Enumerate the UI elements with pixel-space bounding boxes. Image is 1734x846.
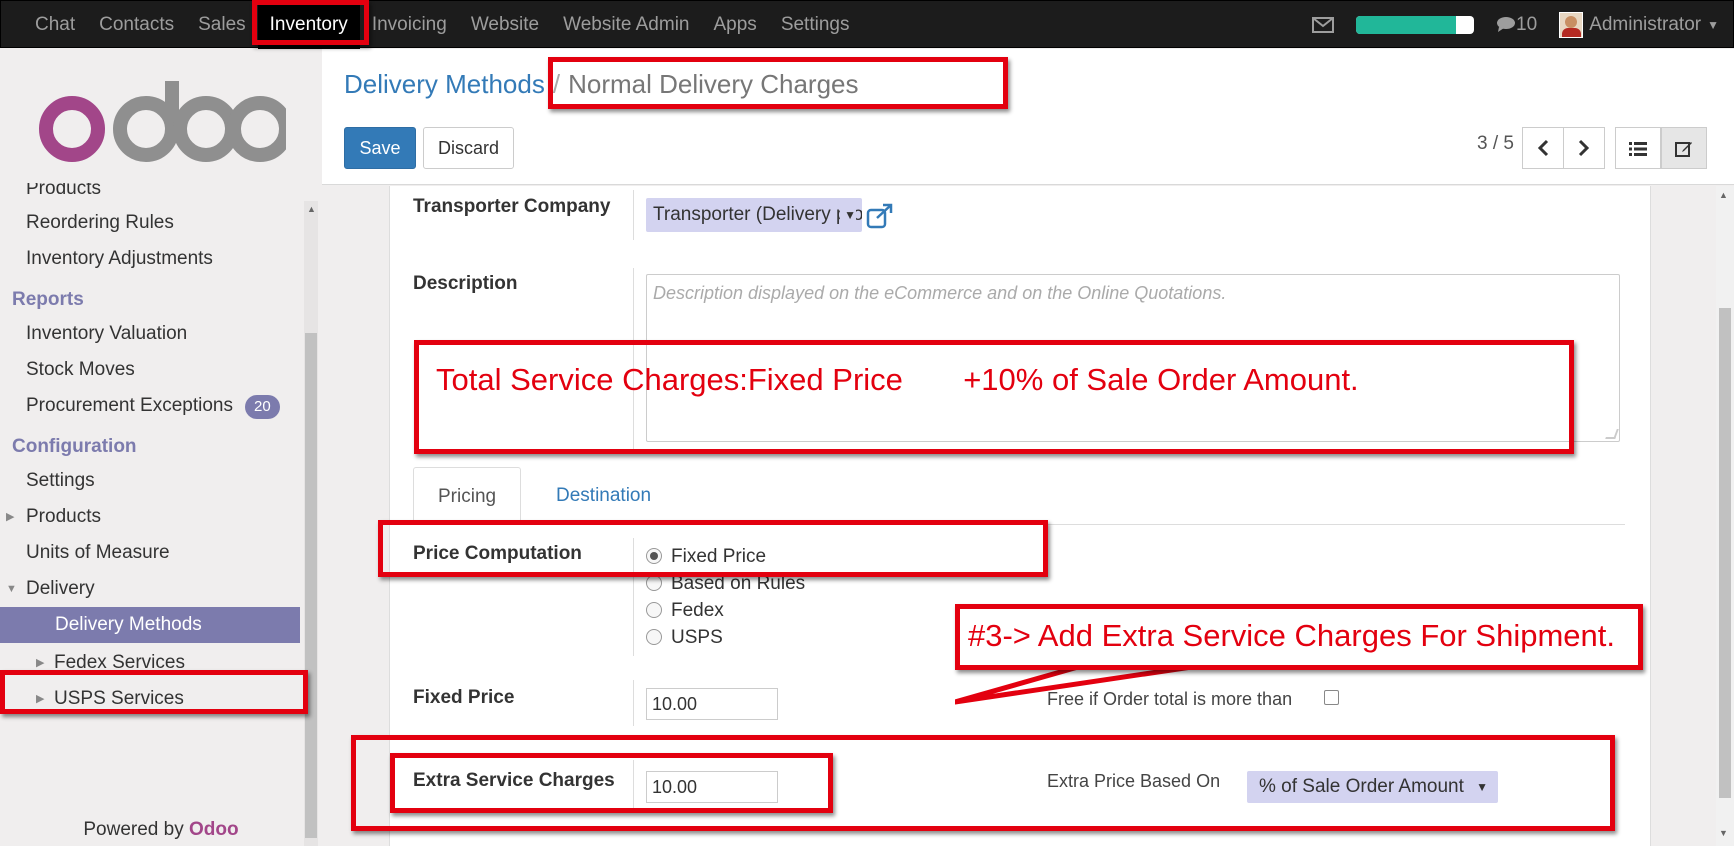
sidebar-scrollbar[interactable]: ▲ ▼ — [304, 201, 318, 846]
progress-bar — [1356, 16, 1475, 34]
edit-icon — [1675, 142, 1692, 157]
user-menu[interactable]: Administrator ▼ — [1559, 12, 1719, 38]
envelope-icon[interactable] — [1312, 17, 1335, 33]
progress-fill — [1356, 16, 1457, 34]
count-badge: 20 — [245, 395, 280, 419]
transporter-value: Transporter (Delivery product) — [653, 204, 862, 225]
radio-icon — [646, 602, 662, 618]
sidebar-item-procurement-exceptions[interactable]: Procurement Exceptions 20 — [0, 386, 300, 426]
tab-pricing[interactable]: Pricing — [413, 467, 522, 525]
annotation-box-delivery-methods — [0, 670, 308, 714]
main-scrollbar[interactable]: ▲ ▼ — [1716, 186, 1734, 846]
tab-destination[interactable]: Destination — [532, 467, 675, 525]
pager-value: 3 / 5 — [1477, 133, 1514, 154]
previous-button[interactable] — [1522, 127, 1564, 169]
description-label: Description — [413, 273, 518, 294]
chevron-right-icon — [1578, 139, 1590, 157]
field-divider — [633, 680, 634, 726]
main-scroll-thumb[interactable] — [1719, 308, 1731, 798]
free-if-checkbox[interactable] — [1324, 690, 1339, 705]
annotation-box-breadcrumb — [548, 57, 1008, 109]
systray: 10 Administrator ▼ — [1312, 1, 1719, 49]
breadcrumb-parent[interactable]: Delivery Methods — [344, 69, 545, 99]
save-button[interactable]: Save — [344, 127, 416, 169]
menu-chat[interactable]: Chat — [23, 1, 87, 49]
menu-settings[interactable]: Settings — [769, 1, 862, 49]
discard-button[interactable]: Discard — [423, 127, 514, 169]
sidebar: Products Reordering Rules Inventory Adju… — [0, 49, 322, 846]
control-panel: Delivery Methods / Normal Delivery Charges… — [322, 49, 1734, 185]
menu-sales[interactable]: Sales — [186, 1, 258, 49]
sidebar-item-products[interactable]: ▶ Products — [0, 497, 300, 537]
sidebar-label-products: Products — [26, 506, 101, 527]
radio-icon — [646, 629, 662, 645]
sidebar-scroll-thumb[interactable] — [305, 333, 317, 838]
menu-website[interactable]: Website — [459, 1, 551, 49]
external-link-icon[interactable] — [866, 203, 894, 229]
notebook-tabs: Pricing Destination — [413, 467, 1625, 525]
user-name: Administrator — [1589, 14, 1702, 35]
scroll-up-icon[interactable]: ▲ — [1719, 190, 1728, 200]
messages-counter[interactable]: 10 — [1496, 14, 1537, 36]
transporter-label: Transporter Company — [413, 196, 611, 217]
list-view-button[interactable] — [1615, 127, 1661, 169]
sidebar-item-units-of-measure[interactable]: Units of Measure — [0, 533, 300, 573]
sidebar-item-settings[interactable]: Settings — [0, 461, 300, 501]
sidebar-item-reordering-rules[interactable]: Reordering Rules — [0, 203, 300, 243]
main-menu: Chat Contacts Sales Inventory Invoicing … — [23, 1, 861, 49]
annotation-callout-text: #3-> Add Extra Service Charges For Shipm… — [968, 618, 1616, 653]
caret-down-icon: ▼ — [1707, 18, 1719, 32]
avatar — [1559, 12, 1584, 38]
odoo-logo — [39, 81, 286, 162]
list-icon — [1629, 142, 1647, 156]
procurement-label: Procurement Exceptions — [26, 395, 233, 416]
menu-apps[interactable]: Apps — [702, 1, 769, 49]
chevron-left-icon — [1537, 139, 1549, 157]
fixed-price-label: Fixed Price — [413, 687, 515, 708]
transporter-field[interactable]: Transporter (Delivery product) ▼ — [646, 198, 862, 232]
powered-by: Powered by Odoo — [0, 819, 322, 841]
scroll-down-icon[interactable]: ▼ — [1719, 828, 1728, 838]
caret-right-icon: ▶ — [6, 511, 15, 523]
powered-by-text: Powered by — [83, 819, 184, 840]
sidebar-menu: Products Reordering Rules Inventory Adju… — [0, 183, 302, 846]
menu-contacts[interactable]: Contacts — [87, 1, 186, 49]
radio-label: USPS — [671, 627, 723, 648]
radio-fedex[interactable]: Fedex — [646, 598, 724, 624]
radio-icon — [646, 575, 662, 591]
field-divider — [633, 190, 634, 240]
scroll-up-icon[interactable]: ▲ — [307, 204, 316, 214]
annotation-total-text: Total Service Charges:Fixed Price +10% o… — [436, 362, 1359, 397]
menu-website-admin[interactable]: Website Admin — [551, 1, 701, 49]
powered-by-brand[interactable]: Odoo — [189, 819, 239, 840]
fixed-price-input[interactable]: 10.00 — [646, 688, 778, 720]
sidebar-item-delivery-methods[interactable]: Delivery Methods — [0, 607, 300, 643]
sidebar-item-delivery[interactable]: ▼ Delivery — [0, 569, 300, 609]
menu-invoicing[interactable]: Invoicing — [360, 1, 459, 49]
chat-bubble-icon — [1497, 17, 1516, 32]
radio-usps[interactable]: USPS — [646, 625, 723, 651]
resize-handle[interactable] — [1605, 429, 1619, 439]
next-button[interactable] — [1563, 127, 1605, 169]
description-placeholder: Description displayed on the eCommerce a… — [653, 283, 1227, 303]
radio-label: Fedex — [671, 600, 724, 621]
annotation-box-inventory — [252, 0, 369, 45]
sidebar-header-configuration: Configuration — [12, 436, 137, 457]
form-view-button[interactable] — [1661, 127, 1707, 169]
sidebar-item-inventory-adjustments[interactable]: Inventory Adjustments — [0, 239, 300, 279]
sidebar-label-delivery: Delivery — [26, 578, 95, 599]
sidebar-item-stock-moves[interactable]: Stock Moves — [0, 350, 300, 390]
messages-count: 10 — [1516, 14, 1538, 35]
sidebar-header-reports: Reports — [12, 289, 84, 310]
annotation-callout: #3-> Add Extra Service Charges For Shipm… — [955, 604, 1643, 670]
sidebar-item-inventory-valuation[interactable]: Inventory Valuation — [0, 314, 300, 354]
caret-down-icon: ▼ — [6, 583, 17, 595]
dropdown-caret-icon[interactable]: ▼ — [840, 198, 856, 232]
annotation-box-extra-field — [390, 753, 833, 813]
annotation-box-price-computation — [378, 520, 1048, 577]
